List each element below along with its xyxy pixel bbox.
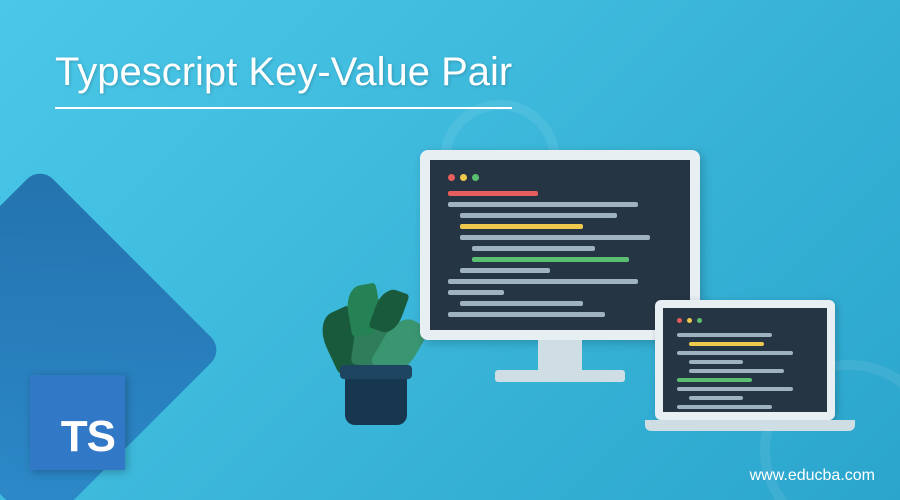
plant-illustration	[320, 265, 430, 425]
hero-banner: Typescript Key-Value Pair	[0, 0, 900, 500]
window-controls-icon	[677, 318, 813, 323]
page-title: Typescript Key-Value Pair	[55, 50, 512, 109]
typescript-logo-icon: TS	[30, 375, 125, 470]
laptop-screen	[655, 300, 835, 420]
laptop-illustration	[645, 300, 845, 431]
window-controls-icon	[448, 174, 672, 181]
logo-text: TS	[61, 412, 115, 462]
source-url: www.educba.com	[750, 467, 875, 485]
